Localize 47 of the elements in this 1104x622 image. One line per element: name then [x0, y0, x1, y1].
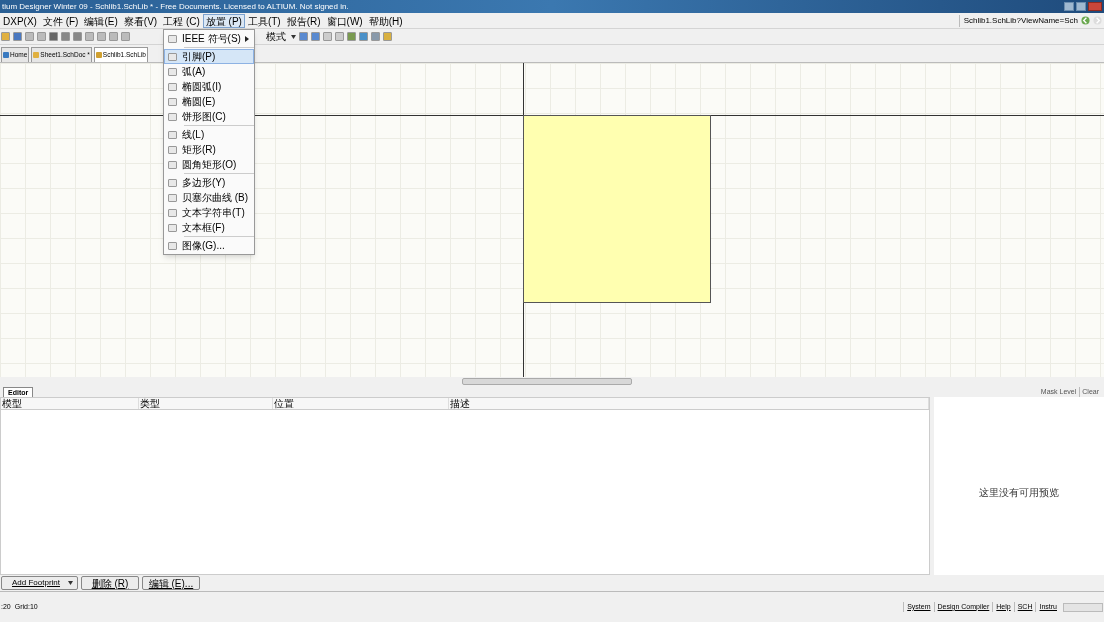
menu-item[interactable]: 弧(A): [164, 64, 254, 79]
menu-item[interactable]: 窗口(W): [323, 13, 366, 28]
document-icon: [95, 52, 102, 58]
menu-item[interactable]: 线(L): [164, 127, 254, 142]
caret-icon[interactable]: [68, 581, 73, 585]
menu-item[interactable]: 文本框(F): [164, 220, 254, 235]
menu-item[interactable]: 放置 (P): [202, 13, 245, 28]
menu-item[interactable]: 工具(T): [244, 13, 284, 28]
menu-item[interactable]: 圆角矩形(O): [164, 157, 254, 172]
menu-item[interactable]: 工程 (C): [160, 13, 203, 28]
menu-item[interactable]: 矩形(R): [164, 142, 254, 157]
column-header[interactable]: 模型: [1, 398, 139, 409]
menu-item[interactable]: 报告(R): [283, 13, 324, 28]
menu-item[interactable]: 饼形图(C): [164, 109, 254, 124]
back-icon[interactable]: [1081, 16, 1090, 25]
menu-item[interactable]: 文件 (F): [39, 13, 82, 28]
menu-item[interactable]: 椭圆(E): [164, 94, 254, 109]
footprint-button[interactable]: 编辑 (E)...: [142, 576, 200, 590]
maximize-button[interactable]: [1076, 2, 1086, 11]
menu-item[interactable]: 图像(G)...: [164, 238, 254, 253]
column-header[interactable]: 类型: [139, 398, 273, 409]
menu-item[interactable]: 编辑(E): [81, 13, 121, 28]
footprint-button[interactable]: 删除 (R): [81, 576, 139, 590]
minimize-button[interactable]: [1064, 2, 1074, 11]
mode-dropdown[interactable]: 模式: [264, 29, 288, 44]
menu-item[interactable]: DXP(X): [0, 13, 40, 28]
column-header[interactable]: 描述: [449, 398, 929, 409]
caret-icon[interactable]: [291, 34, 296, 39]
menu-item[interactable]: 多边形(Y): [164, 175, 254, 190]
footprint-button[interactable]: Add Footprint: [1, 576, 78, 590]
window-title: tium Designer Winter 09 - Schlib1.SchLib * - Free Documents. Licensed to ALTIUM. Not signed in.: [2, 0, 349, 13]
menu-item[interactable]: 椭圆弧(I): [164, 79, 254, 94]
forward-icon[interactable]: [1093, 16, 1102, 25]
close-button[interactable]: [1088, 2, 1102, 11]
component-rectangle[interactable]: [523, 115, 711, 303]
document-icon: [33, 52, 40, 58]
menu-item[interactable]: 贝塞尔曲线 (B): [164, 190, 254, 205]
column-header[interactable]: 位置: [273, 398, 449, 409]
menu-item[interactable]: 帮助(H): [365, 13, 406, 28]
menu-item[interactable]: 引脚(P): [164, 49, 254, 64]
menu-item[interactable]: IEEE 符号(S): [164, 31, 254, 46]
menu-item[interactable]: 文本字符串(T): [164, 205, 254, 220]
menu-item[interactable]: 察看(V): [120, 13, 161, 28]
address-field[interactable]: Schlib1.SchLib?ViewName=Sch: [958, 14, 1078, 27]
horizontal-scrollbar[interactable]: [462, 377, 632, 385]
document-icon: [3, 52, 9, 58]
preview-message: 这里没有可用预览: [979, 486, 1059, 500]
